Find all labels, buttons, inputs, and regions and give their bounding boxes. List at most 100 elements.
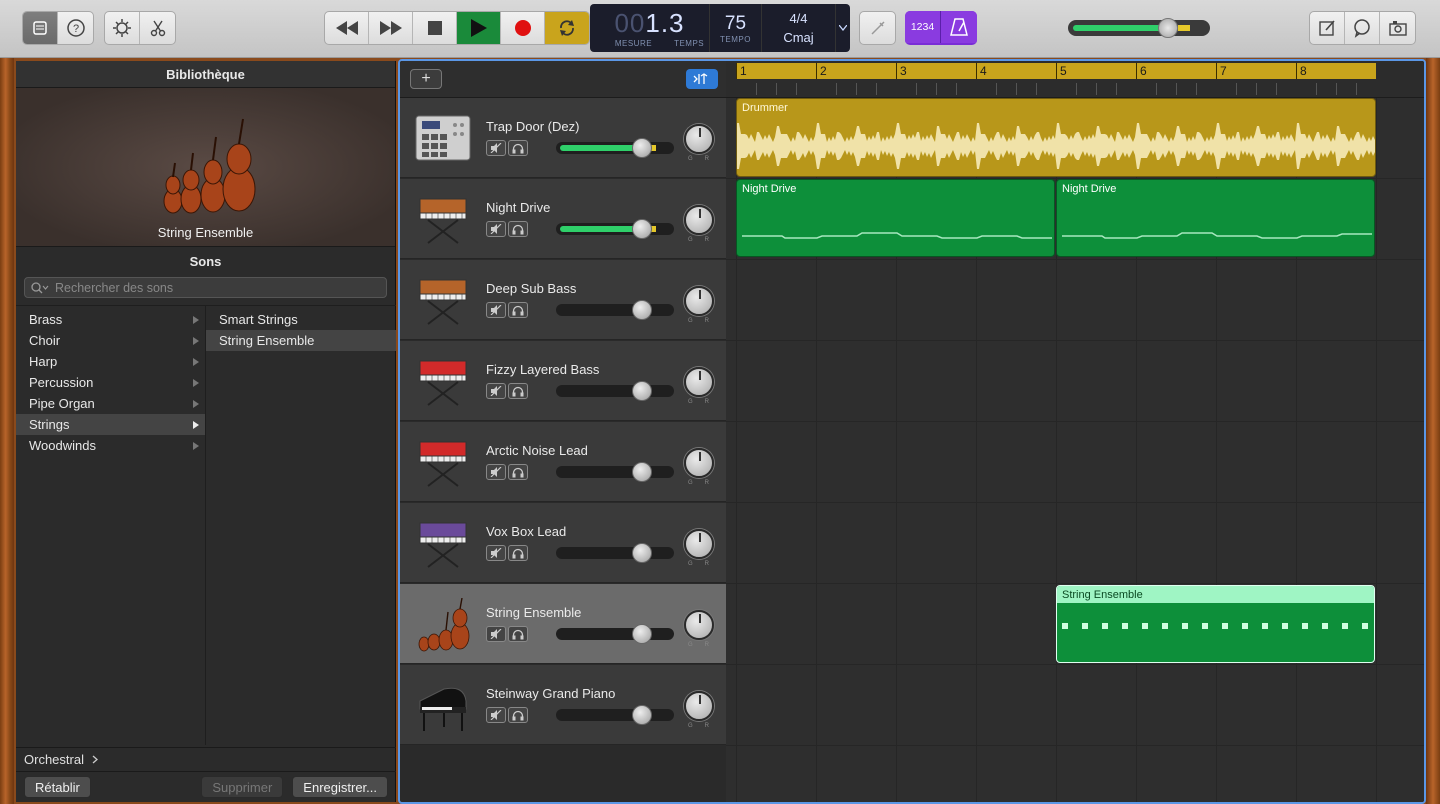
track-row[interactable]: Arctic Noise Lead GR xyxy=(400,422,726,502)
solo-button[interactable] xyxy=(508,140,528,156)
track-volume-slider[interactable] xyxy=(556,219,674,239)
beat-tick xyxy=(1316,83,1317,95)
save-button[interactable]: Enregistrer... xyxy=(292,776,388,798)
mute-button[interactable] xyxy=(486,302,506,318)
tempo-display[interactable]: 75 TEMPO xyxy=(710,4,762,52)
solo-button[interactable] xyxy=(508,302,528,318)
solo-button[interactable] xyxy=(508,626,528,642)
solo-button[interactable] xyxy=(508,464,528,480)
master-volume-slider[interactable] xyxy=(1068,18,1210,38)
track-volume-slider[interactable] xyxy=(556,300,674,320)
track-row[interactable]: Deep Sub Bass GR xyxy=(400,260,726,340)
category-item-strings[interactable]: Strings xyxy=(16,414,205,435)
beat-label: TEMPS xyxy=(674,39,705,48)
record-button[interactable] xyxy=(501,12,545,44)
track-row[interactable]: String Ensemble GR xyxy=(400,584,726,664)
volume-knob[interactable] xyxy=(632,381,652,401)
track-row[interactable]: Vox Box Lead GR xyxy=(400,503,726,583)
volume-knob[interactable] xyxy=(632,219,652,239)
mute-button[interactable] xyxy=(486,707,506,723)
library-button[interactable] xyxy=(23,12,58,44)
solo-button[interactable] xyxy=(508,221,528,237)
delete-label: Supprimer xyxy=(212,779,273,795)
pan-knob[interactable] xyxy=(684,448,714,478)
category-item-percussion[interactable]: Percussion xyxy=(16,372,205,393)
play-button[interactable] xyxy=(457,12,501,44)
master-volume-knob[interactable] xyxy=(1158,18,1178,38)
mute-button[interactable] xyxy=(486,626,506,642)
track-volume-slider[interactable] xyxy=(556,138,674,158)
beat-tick xyxy=(1156,83,1157,95)
pan-knob[interactable] xyxy=(684,367,714,397)
track-row[interactable]: Night Drive GR xyxy=(400,179,726,259)
track-volume-slider[interactable] xyxy=(556,543,674,563)
track-volume-slider[interactable] xyxy=(556,462,674,482)
volume-knob[interactable] xyxy=(632,624,652,644)
category-item-woodwinds[interactable]: Woodwinds xyxy=(16,435,205,456)
volume-knob[interactable] xyxy=(632,138,652,158)
volume-knob[interactable] xyxy=(632,300,652,320)
media-browser-button[interactable] xyxy=(1380,12,1415,44)
delete-button[interactable]: Supprimer xyxy=(201,776,284,798)
search-sounds-field[interactable]: Rechercher des sons xyxy=(24,277,387,298)
patch-item-smart-strings[interactable]: Smart Strings xyxy=(206,309,396,330)
drummer-region[interactable]: Drummer xyxy=(736,98,1376,177)
category-item-pipe-organ[interactable]: Pipe Organ xyxy=(16,393,205,414)
track-volume-slider[interactable] xyxy=(556,624,674,644)
notepad-button[interactable] xyxy=(1310,12,1345,44)
position-display[interactable]: 001.3 MESURE TEMPS xyxy=(590,4,710,52)
category-item-harp[interactable]: Harp xyxy=(16,351,205,372)
pan-knob[interactable] xyxy=(684,691,714,721)
add-track-button[interactable]: + xyxy=(410,69,442,89)
string-ensemble-region[interactable]: String Ensemble xyxy=(1056,585,1375,663)
mute-button[interactable] xyxy=(486,545,506,561)
lcd-display[interactable]: 001.3 MESURE TEMPS 75 TEMPO 4/4 Cmaj xyxy=(590,4,850,52)
count-in-button[interactable]: 1234 xyxy=(905,11,941,43)
solo-button[interactable] xyxy=(508,545,528,561)
volume-knob[interactable] xyxy=(632,462,652,482)
mute-button[interactable] xyxy=(486,140,506,156)
beat-tick xyxy=(796,83,797,95)
revert-button[interactable]: Rétablir xyxy=(24,776,91,798)
smart-tempo-button[interactable] xyxy=(686,69,718,89)
mute-button[interactable] xyxy=(486,221,506,237)
breadcrumb[interactable]: Orchestral xyxy=(16,748,396,772)
pan-knob[interactable] xyxy=(684,610,714,640)
volume-knob[interactable] xyxy=(632,543,652,563)
mute-button[interactable] xyxy=(486,464,506,480)
pan-knob[interactable] xyxy=(684,286,714,316)
solo-button[interactable] xyxy=(508,707,528,723)
help-button[interactable]: ? xyxy=(58,12,93,44)
master-volume-peak xyxy=(1178,25,1190,31)
fast-forward-button[interactable] xyxy=(369,12,413,44)
pan-knob[interactable] xyxy=(684,205,714,235)
night-drive-region-1[interactable]: Night Drive xyxy=(736,179,1055,257)
mute-button[interactable] xyxy=(486,383,506,399)
track-volume-slider[interactable] xyxy=(556,705,674,725)
pan-knob[interactable] xyxy=(684,124,714,154)
tuner-button[interactable] xyxy=(860,12,895,44)
volume-knob[interactable] xyxy=(632,705,652,725)
cycle-button[interactable] xyxy=(545,12,589,44)
midi-note xyxy=(1082,623,1088,629)
smart-controls-button[interactable] xyxy=(105,12,140,44)
track-row[interactable]: Steinway Grand Piano GR xyxy=(400,665,726,745)
arrange-grid[interactable]: Drummer Night Drive Night Drive String E… xyxy=(726,98,1424,802)
lcd-menu-button[interactable] xyxy=(836,4,850,52)
night-drive-region-2[interactable]: Night Drive xyxy=(1056,179,1375,257)
pan-knob[interactable] xyxy=(684,529,714,559)
timeline-ruler[interactable]: 1 2 3 4 5 6 7 8 xyxy=(726,61,1424,98)
editors-button[interactable] xyxy=(140,12,175,44)
stop-button[interactable] xyxy=(413,12,457,44)
track-volume-slider[interactable] xyxy=(556,381,674,401)
track-row[interactable]: Trap Door (Dez) GR xyxy=(400,98,726,178)
patch-item-string-ensemble[interactable]: String Ensemble xyxy=(206,330,396,351)
solo-button[interactable] xyxy=(508,383,528,399)
category-item-brass[interactable]: Brass xyxy=(16,309,205,330)
rewind-button[interactable] xyxy=(325,12,369,44)
loops-button[interactable] xyxy=(1345,12,1380,44)
category-item-choir[interactable]: Choir xyxy=(16,330,205,351)
signature-display[interactable]: 4/4 Cmaj xyxy=(762,4,836,52)
metronome-button[interactable] xyxy=(941,11,977,43)
track-row[interactable]: Fizzy Layered Bass GR xyxy=(400,341,726,421)
